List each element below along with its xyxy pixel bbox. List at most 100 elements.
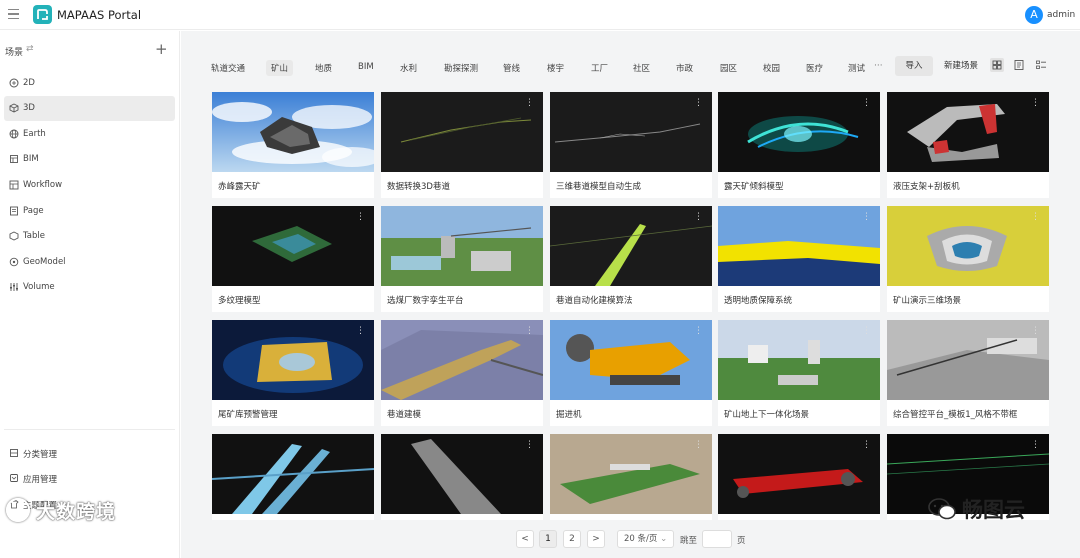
swap-icon[interactable]: ⇄ bbox=[26, 44, 34, 54]
tab-factory[interactable]: 工厂 bbox=[591, 62, 608, 74]
scene-card[interactable]: ⋮ 矿山地上下一体化场景 bbox=[718, 320, 880, 426]
card-view-button[interactable] bbox=[1012, 58, 1026, 72]
card-thumbnail[interactable] bbox=[212, 434, 374, 514]
card-thumbnail[interactable] bbox=[887, 206, 1049, 286]
card-thumbnail[interactable] bbox=[718, 206, 880, 286]
scene-card[interactable]: ⋮ 三维巷道模型自动生成 bbox=[550, 92, 712, 198]
scene-card[interactable]: 选煤厂数字孪生平台 bbox=[381, 206, 543, 312]
scene-card[interactable]: ⋮ 巷道建模 bbox=[381, 320, 543, 426]
card-more-icon[interactable]: ⋮ bbox=[356, 327, 365, 336]
card-more-icon[interactable]: ⋮ bbox=[1031, 327, 1040, 336]
scene-card[interactable]: ⋮ bbox=[718, 434, 880, 520]
scene-card[interactable]: ⋮ bbox=[550, 434, 712, 520]
scene-card[interactable]: 赤峰露天矿 bbox=[212, 92, 374, 198]
sidebar-item-2d[interactable]: 2D bbox=[4, 71, 175, 96]
tab-building[interactable]: 楼宇 bbox=[547, 62, 564, 74]
tab-rail-transit[interactable]: 轨道交通 bbox=[211, 62, 245, 74]
sidebar-item-app-management[interactable]: 应用管理 bbox=[4, 466, 175, 491]
tab-medical[interactable]: 医疗 bbox=[806, 62, 823, 74]
card-thumbnail[interactable] bbox=[550, 92, 712, 172]
grid-view-button[interactable] bbox=[990, 58, 1004, 72]
scene-card[interactable]: ⋮ 透明地质保障系统 bbox=[718, 206, 880, 312]
card-thumbnail[interactable] bbox=[212, 206, 374, 286]
sidebar-item-table[interactable]: Table bbox=[4, 224, 175, 249]
card-more-icon[interactable]: ⋮ bbox=[694, 327, 703, 336]
list-view-button[interactable] bbox=[1034, 58, 1048, 72]
card-thumbnail[interactable] bbox=[550, 320, 712, 400]
card-thumbnail[interactable] bbox=[718, 434, 880, 514]
sidebar-item-earth[interactable]: Earth bbox=[4, 122, 175, 147]
scene-card[interactable]: ⋮ 矿山演示三维场景 bbox=[887, 206, 1049, 312]
card-thumbnail[interactable] bbox=[212, 320, 374, 400]
menu-icon[interactable] bbox=[8, 9, 19, 19]
page-1-button[interactable]: 1 bbox=[539, 530, 557, 548]
page-size-select[interactable]: 20 条/页 ⌄ bbox=[617, 530, 674, 548]
card-thumbnail[interactable] bbox=[550, 206, 712, 286]
scene-card[interactable] bbox=[212, 434, 374, 520]
card-thumbnail[interactable] bbox=[381, 320, 543, 400]
card-more-icon[interactable]: ⋮ bbox=[1031, 441, 1040, 450]
scene-card[interactable]: ⋮ 露天矿倾斜模型 bbox=[718, 92, 880, 198]
sidebar-item-workflow[interactable]: Workflow bbox=[4, 173, 175, 198]
sidebar-item-page[interactable]: Page bbox=[4, 199, 175, 224]
card-more-icon[interactable]: ⋮ bbox=[1031, 213, 1040, 222]
card-more-icon[interactable]: ⋮ bbox=[356, 213, 365, 222]
sidebar-item-geomodel[interactable]: GeoModel bbox=[4, 250, 175, 275]
scene-card[interactable]: ⋮ 液压支架+刮板机 bbox=[887, 92, 1049, 198]
scene-card[interactable]: ⋮ 尾矿库预警管理 bbox=[212, 320, 374, 426]
card-more-icon[interactable]: ⋮ bbox=[525, 327, 534, 336]
card-more-icon[interactable]: ⋮ bbox=[694, 99, 703, 108]
goto-page-input[interactable] bbox=[702, 530, 732, 548]
card-more-icon[interactable]: ⋮ bbox=[862, 99, 871, 108]
card-more-icon[interactable]: ⋮ bbox=[862, 327, 871, 336]
tab-test[interactable]: 测试 bbox=[848, 62, 866, 74]
card-thumbnail[interactable] bbox=[718, 92, 880, 172]
tab-exploration[interactable]: 勘探探测 bbox=[444, 62, 478, 74]
sidebar-item-volume[interactable]: Volume bbox=[4, 275, 175, 300]
card-more-icon[interactable]: ⋮ bbox=[694, 213, 703, 222]
scene-card[interactable]: ⋮ bbox=[381, 434, 543, 520]
card-more-icon[interactable]: ⋮ bbox=[525, 99, 534, 108]
tab-municipal[interactable]: 市政 bbox=[676, 62, 693, 74]
card-thumbnail[interactable] bbox=[887, 92, 1049, 172]
card-thumbnail[interactable] bbox=[212, 92, 374, 172]
tab-pipeline[interactable]: 管线 bbox=[503, 62, 520, 74]
tab-bim[interactable]: BIM bbox=[358, 62, 374, 72]
card-thumbnail[interactable] bbox=[381, 434, 543, 514]
page-2-button[interactable]: 2 bbox=[563, 530, 581, 548]
new-scene-button[interactable]: 新建场景 bbox=[940, 56, 982, 76]
tab-water[interactable]: 水利 bbox=[400, 62, 417, 74]
tab-park[interactable]: 园区 bbox=[720, 62, 737, 74]
sidebar-item-3d[interactable]: 3D bbox=[4, 96, 175, 121]
card-more-icon[interactable]: ⋮ bbox=[862, 441, 871, 450]
card-thumbnail[interactable] bbox=[381, 92, 543, 172]
scene-card[interactable]: ⋮ 巷道自动化建模算法 bbox=[550, 206, 712, 312]
scene-card[interactable]: ⋮ 多纹理模型 bbox=[212, 206, 374, 312]
card-more-icon[interactable]: ⋮ bbox=[525, 441, 534, 450]
card-thumbnail[interactable] bbox=[718, 320, 880, 400]
sidebar-item-category[interactable]: 分类管理 bbox=[4, 441, 175, 466]
avatar[interactable]: A bbox=[1025, 6, 1043, 24]
prev-page-button[interactable]: < bbox=[516, 530, 534, 548]
card-thumbnail[interactable] bbox=[550, 434, 712, 514]
tab-geology[interactable]: 地质 bbox=[315, 62, 332, 74]
tab-community[interactable]: 社区 bbox=[633, 62, 650, 74]
card-title: 数据转换3D巷道 bbox=[387, 182, 450, 192]
tab-campus[interactable]: 校园 bbox=[763, 62, 780, 74]
more-tabs-button[interactable]: ··· bbox=[874, 61, 883, 71]
card-more-icon[interactable]: ⋮ bbox=[862, 213, 871, 222]
tab-mine[interactable]: 矿山 bbox=[266, 60, 294, 76]
sidebar-item-label: GeoModel bbox=[23, 257, 66, 267]
scene-card[interactable]: ⋮ 数据转换3D巷道 bbox=[381, 92, 543, 198]
card-thumbnail[interactable] bbox=[381, 206, 543, 286]
next-page-button[interactable]: > bbox=[587, 530, 605, 548]
sidebar-item-bim[interactable]: BIM bbox=[4, 147, 175, 172]
scene-card[interactable]: ⋮ 综合管控平台_模板1_风格不带框 bbox=[887, 320, 1049, 426]
add-icon[interactable]: + bbox=[155, 40, 168, 58]
card-more-icon[interactable]: ⋮ bbox=[1031, 99, 1040, 108]
user-name[interactable]: admin bbox=[1047, 10, 1075, 20]
card-thumbnail[interactable] bbox=[887, 320, 1049, 400]
scene-card[interactable]: ⋮ 掘进机 bbox=[550, 320, 712, 426]
card-more-icon[interactable]: ⋮ bbox=[694, 441, 703, 450]
import-button[interactable]: 导入 bbox=[895, 56, 933, 76]
